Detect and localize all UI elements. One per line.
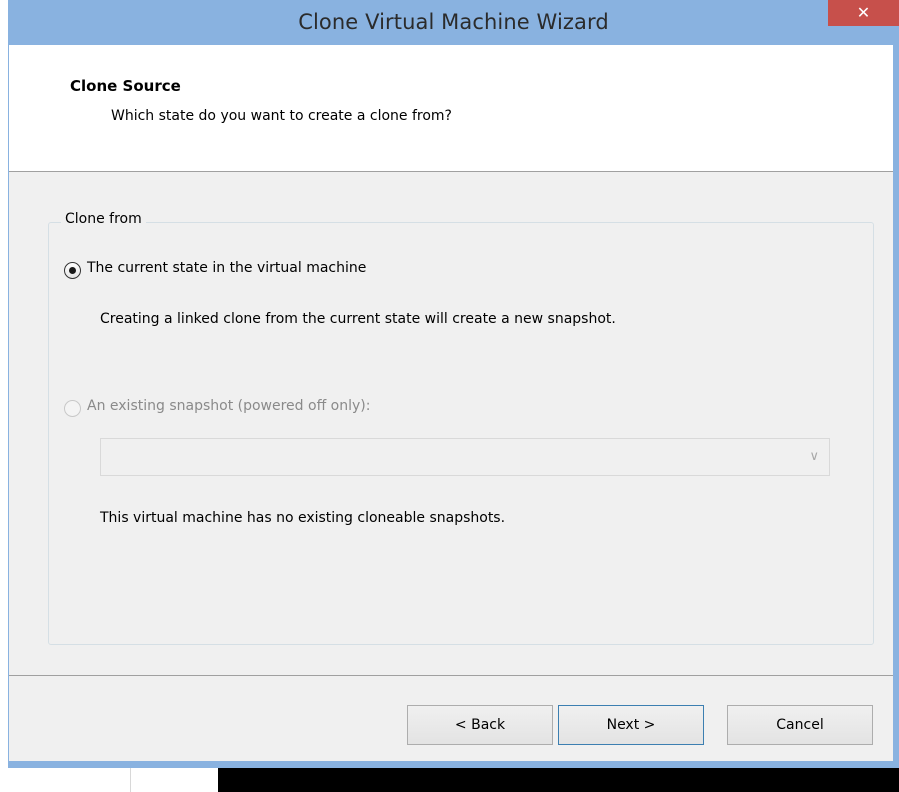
window-title: Clone Virtual Machine Wizard: [298, 10, 609, 34]
next-button[interactable]: Next >: [558, 705, 704, 745]
radio-existing-snapshot[interactable]: [64, 400, 81, 417]
radio-current-state[interactable]: [64, 262, 81, 279]
cancel-button[interactable]: Cancel: [727, 705, 873, 745]
back-button[interactable]: < Back: [407, 705, 553, 745]
footer-divider: [9, 675, 893, 676]
clone-from-label: Clone from: [61, 211, 146, 227]
wizard-window: Clone Virtual Machine Wizard ✕ Clone Sou…: [8, 0, 899, 768]
close-icon: ✕: [856, 3, 871, 22]
title-bar[interactable]: Clone Virtual Machine Wizard ✕: [8, 0, 899, 45]
radio-existing-snapshot-label[interactable]: An existing snapshot (powered off only):: [87, 398, 370, 414]
clone-from-group: [48, 222, 874, 645]
chevron-down-icon: ∨: [809, 449, 819, 464]
page-subtitle: Which state do you want to create a clon…: [111, 108, 452, 124]
close-button[interactable]: ✕: [828, 0, 899, 26]
snapshot-dropdown[interactable]: ∨: [100, 438, 830, 476]
background-divider: [130, 768, 131, 792]
no-snapshots-note: This virtual machine has no existing clo…: [100, 510, 506, 526]
wizard-header: Clone Source Which state do you want to …: [9, 45, 893, 172]
current-state-description: Creating a linked clone from the current…: [100, 311, 616, 327]
page-title: Clone Source: [70, 77, 181, 95]
background-dark-area: [218, 768, 899, 792]
radio-current-state-label[interactable]: The current state in the virtual machine: [87, 260, 366, 276]
dialog-body: Clone Source Which state do you want to …: [9, 45, 893, 761]
